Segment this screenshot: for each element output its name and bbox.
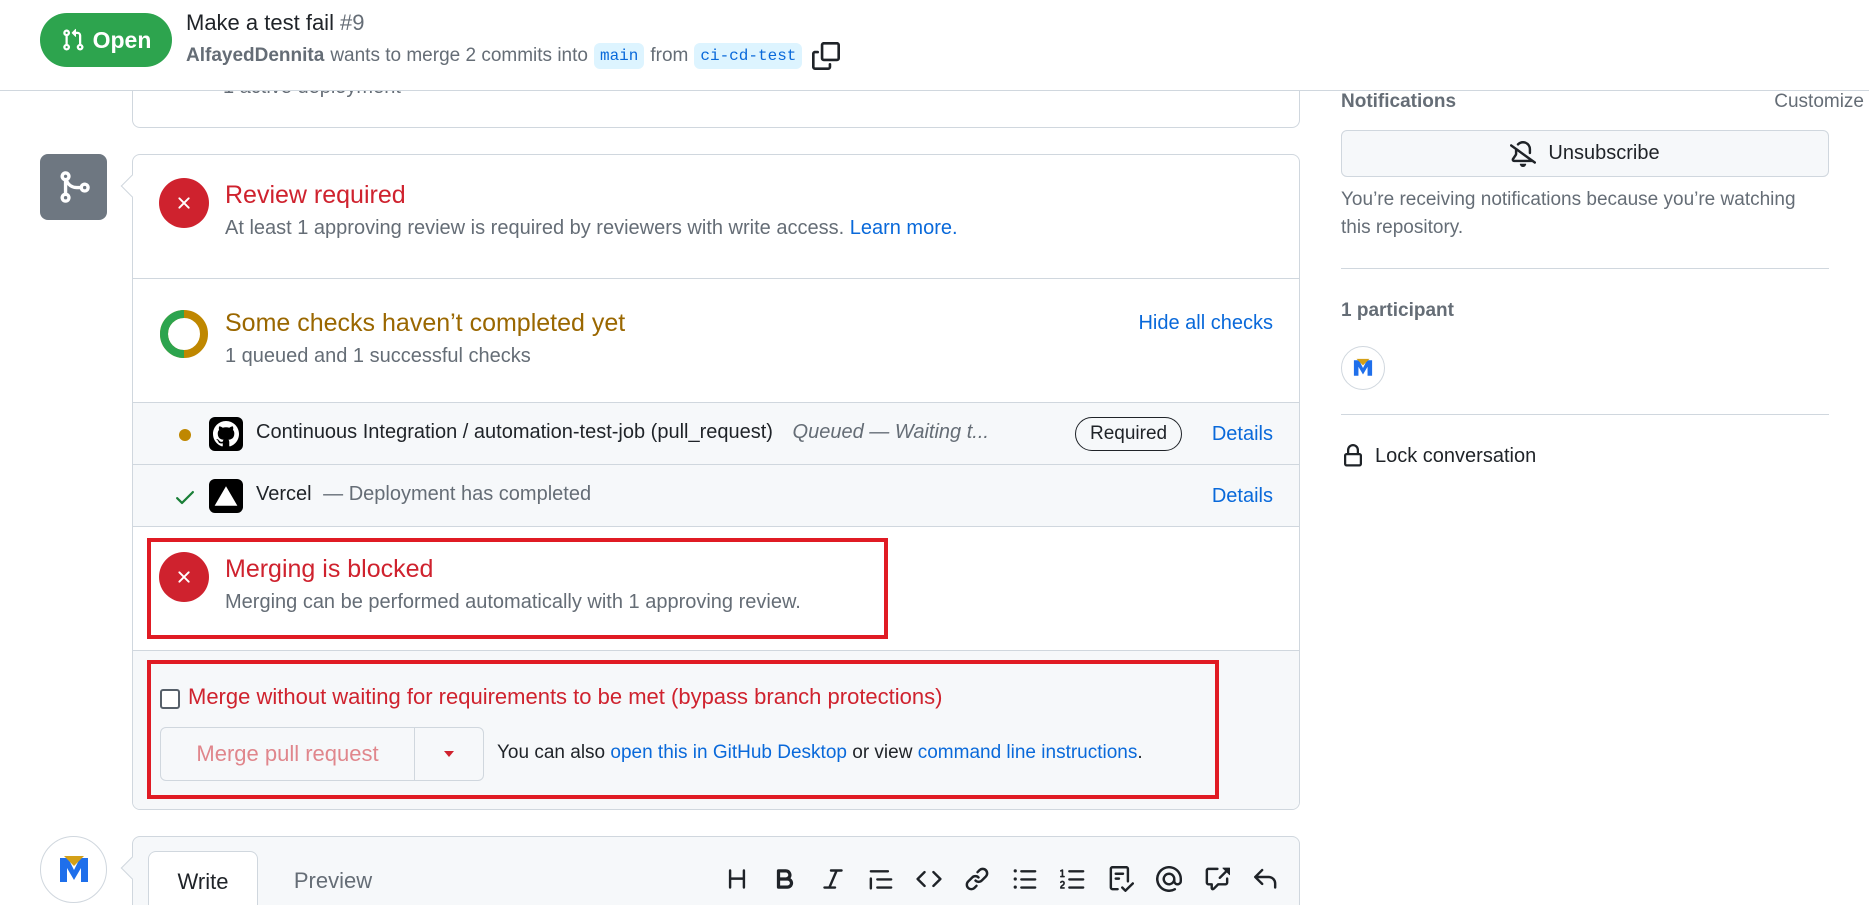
sidebar-divider	[1341, 414, 1829, 415]
pr-number: #9	[339, 10, 365, 35]
unordered-list-icon[interactable]	[1011, 865, 1039, 893]
participants-heading: 1 participant	[1341, 300, 1454, 321]
required-badge: Required	[1075, 417, 1183, 451]
checks-title: Some checks haven’t completed yet	[225, 309, 626, 337]
review-required-subtitle: At least 1 approving review is required …	[225, 217, 958, 240]
check-details-link[interactable]: Details	[1212, 423, 1273, 446]
heading-icon[interactable]	[723, 865, 751, 893]
review-required-section: Review required At least 1 approving rev…	[133, 155, 1299, 279]
bold-icon[interactable]	[771, 865, 799, 893]
code-icon[interactable]	[915, 865, 943, 893]
highlight-outline-blocked	[147, 538, 888, 639]
checks-subtitle: 1 queued and 1 successful checks	[225, 345, 531, 367]
git-pull-request-icon	[62, 28, 84, 51]
tab-preview[interactable]: Preview	[273, 851, 393, 905]
lock-icon	[1344, 444, 1362, 467]
pr-state-badge: Open	[40, 13, 172, 67]
pr-state-label: Open	[92, 26, 152, 53]
queued-dot-icon	[179, 429, 191, 441]
merge-status-icon-box	[40, 154, 107, 220]
from-text: from	[650, 45, 689, 66]
check-row: Vercel — Deployment has completed Detail…	[133, 465, 1299, 527]
comment-box: Write Preview	[132, 836, 1300, 905]
user-avatar-icon	[57, 853, 90, 886]
highlight-outline-bypass	[147, 660, 1219, 799]
customize-notifications-link[interactable]: Customize	[1774, 91, 1864, 113]
italic-icon[interactable]	[819, 865, 847, 893]
check-description: Queued — Waiting t...	[792, 421, 989, 443]
user-avatar-icon	[1353, 358, 1373, 376]
pending-checks-icon	[160, 310, 208, 358]
ordered-list-icon[interactable]	[1059, 865, 1087, 893]
learn-more-link[interactable]: Learn more.	[850, 217, 958, 239]
success-check-icon	[176, 491, 194, 505]
check-title: Vercel	[256, 483, 312, 505]
avatar[interactable]	[40, 836, 107, 903]
check-title: Continuous Integration / automation-test…	[256, 421, 773, 443]
check-details-link[interactable]: Details	[1212, 485, 1273, 508]
sidebar-divider	[1341, 268, 1829, 269]
notification-reason: You’re receiving notifications because y…	[1341, 189, 1796, 238]
base-branch[interactable]: main	[593, 43, 645, 69]
markdown-toolbar	[723, 865, 1279, 893]
head-branch[interactable]: ci-cd-test	[694, 43, 803, 69]
notifications-heading: Notifications	[1341, 91, 1457, 112]
github-logo-icon	[209, 417, 243, 451]
tab-write[interactable]: Write	[148, 851, 258, 905]
lock-conversation-label: Lock conversation	[1375, 444, 1537, 467]
bell-slash-icon	[1510, 140, 1537, 167]
pr-meta: AlfayedDennita wants to merge 2 commits …	[186, 42, 841, 70]
review-required-text: At least 1 approving review is required …	[225, 217, 845, 239]
reply-icon[interactable]	[1251, 865, 1279, 893]
review-x-icon	[159, 178, 209, 228]
checks-section: Some checks haven’t completed yet 1 queu…	[133, 279, 1299, 403]
unsubscribe-button[interactable]: Unsubscribe	[1341, 130, 1829, 177]
quote-icon[interactable]	[867, 865, 895, 893]
hide-all-checks-link[interactable]: Hide all checks	[1138, 312, 1273, 335]
link-icon[interactable]	[963, 865, 991, 893]
sticky-header: Open Make a test fail #9 AlfayedDennita w…	[0, 0, 1869, 91]
pr-title: Make a test fail #9	[186, 10, 364, 36]
participant-avatar[interactable]	[1341, 346, 1385, 390]
mention-icon[interactable]	[1155, 865, 1183, 893]
check-row: Continuous Integration / automation-test…	[133, 403, 1299, 465]
merge-text: wants to merge 2 commits into	[330, 45, 588, 66]
pr-title-text: Make a test fail	[186, 10, 334, 35]
lock-conversation-button[interactable]: Lock conversation	[1341, 444, 1536, 468]
unsubscribe-label: Unsubscribe	[1548, 142, 1660, 164]
cross-reference-icon[interactable]	[1203, 865, 1231, 893]
check-name: Continuous Integration / automation-test…	[256, 421, 989, 444]
pr-author-link[interactable]: AlfayedDennita	[186, 45, 324, 67]
copy-icon[interactable]	[812, 42, 841, 70]
check-name: Vercel — Deployment has completed	[256, 483, 591, 506]
check-description: — Deployment has completed	[323, 483, 592, 505]
vercel-logo-icon	[209, 479, 243, 513]
review-required-title: Review required	[225, 181, 406, 209]
task-list-icon[interactable]	[1107, 865, 1135, 893]
git-merge-icon	[60, 171, 90, 203]
